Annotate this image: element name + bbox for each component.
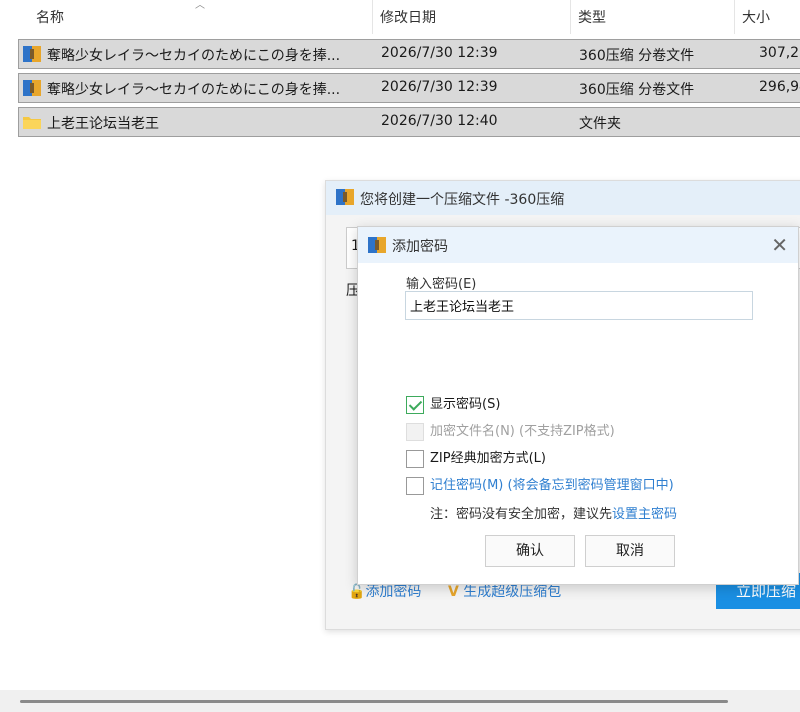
- zip-classic-option[interactable]: ZIP经典加密方式(L): [406, 447, 546, 468]
- security-note: 注：密码没有安全加密，建议先设置主密码: [430, 503, 677, 522]
- cancel-button[interactable]: 取消: [585, 535, 675, 567]
- show-password-label: 显示密码(S): [430, 397, 501, 412]
- show-password-option[interactable]: 显示密码(S): [406, 393, 500, 414]
- compress-window-titlebar[interactable]: 您将创建一个压缩文件 -360压缩: [326, 181, 800, 215]
- column-modified[interactable]: 修改日期: [380, 7, 436, 27]
- column-name[interactable]: 名称: [36, 7, 64, 27]
- add-password-dialog: 添加密码 ✕ 输入密码(E) 显示密码(S) 加密文件名(N) (不支持ZIP格…: [357, 226, 799, 585]
- v-badge-icon: V: [448, 584, 459, 600]
- archive-icon: [23, 80, 41, 96]
- app-icon: [336, 189, 354, 205]
- password-label: 输入密码(E): [406, 277, 477, 292]
- show-password-checkbox[interactable]: [406, 395, 424, 414]
- file-row[interactable]: 奪略少女レイラ～セカイのためにこの身を捧... 2026/7/30 12:39 …: [18, 39, 800, 69]
- compress-window-title: 您将创建一个压缩文件 -360压缩: [360, 192, 565, 208]
- file-modified: 2026/7/30 12:40: [381, 113, 498, 129]
- remember-password-checkbox[interactable]: [406, 476, 424, 495]
- remember-password-label: 记住密码(M) (将会备忘到密码管理窗口中): [430, 478, 674, 493]
- file-name: 奪略少女レイラ～セカイのためにこの身を捧...: [47, 82, 341, 98]
- file-type: 文件夹: [579, 116, 621, 132]
- file-name: 奪略少女レイラ～セカイのためにこの身を捧...: [47, 48, 341, 64]
- column-header: ︿ 名称 修改日期 类型 大小: [0, 0, 800, 34]
- file-size: 296,94: [759, 79, 800, 95]
- password-input[interactable]: [405, 291, 753, 320]
- file-row[interactable]: 奪略少女レイラ～セカイのためにこの身を捧... 2026/7/30 12:39 …: [18, 73, 800, 103]
- file-row[interactable]: 上老王论坛当老王 2026/7/30 12:40 文件夹: [18, 107, 800, 137]
- file-modified: 2026/7/30 12:39: [381, 45, 498, 61]
- dialog-title: 添加密码: [392, 239, 448, 255]
- horizontal-scrollbar[interactable]: [0, 690, 800, 712]
- archive-icon: [23, 46, 41, 62]
- file-type: 360压缩 分卷文件: [579, 82, 695, 98]
- zip-classic-label: ZIP经典加密方式(L): [430, 451, 546, 466]
- ok-button[interactable]: 确认: [485, 535, 575, 567]
- encrypt-filenames-option: 加密文件名(N) (不支持ZIP格式): [406, 420, 615, 441]
- file-modified: 2026/7/30 12:39: [381, 79, 498, 95]
- dialog-titlebar[interactable]: 添加密码 ✕: [358, 227, 798, 263]
- note-text: 注：密码没有安全加密，建议先: [430, 507, 613, 522]
- column-divider[interactable]: [734, 0, 735, 34]
- column-divider[interactable]: [570, 0, 571, 34]
- column-size[interactable]: 大小: [742, 7, 770, 27]
- sort-arrow-icon: ︿: [195, 0, 205, 11]
- lock-icon: 🔓: [348, 584, 366, 600]
- set-master-password-link[interactable]: 设置主密码: [612, 507, 677, 522]
- encrypt-filenames-checkbox: [406, 422, 424, 441]
- folder-icon: [23, 117, 41, 129]
- add-password-label: 添加密码: [365, 584, 422, 600]
- zip-classic-checkbox[interactable]: [406, 449, 424, 468]
- encrypt-filenames-label: 加密文件名(N) (不支持ZIP格式): [430, 424, 615, 439]
- file-name: 上老王论坛当老王: [47, 116, 159, 132]
- super-package-label: 生成超级压缩包: [463, 584, 562, 600]
- app-icon: [368, 237, 386, 253]
- column-divider[interactable]: [372, 0, 373, 34]
- scrollbar-thumb[interactable]: [20, 700, 728, 703]
- close-icon[interactable]: ✕: [771, 233, 788, 257]
- column-type[interactable]: 类型: [578, 7, 606, 27]
- remember-password-option[interactable]: 记住密码(M) (将会备忘到密码管理窗口中): [406, 474, 674, 495]
- file-size: 307,20: [759, 45, 800, 61]
- file-type: 360压缩 分卷文件: [579, 48, 695, 64]
